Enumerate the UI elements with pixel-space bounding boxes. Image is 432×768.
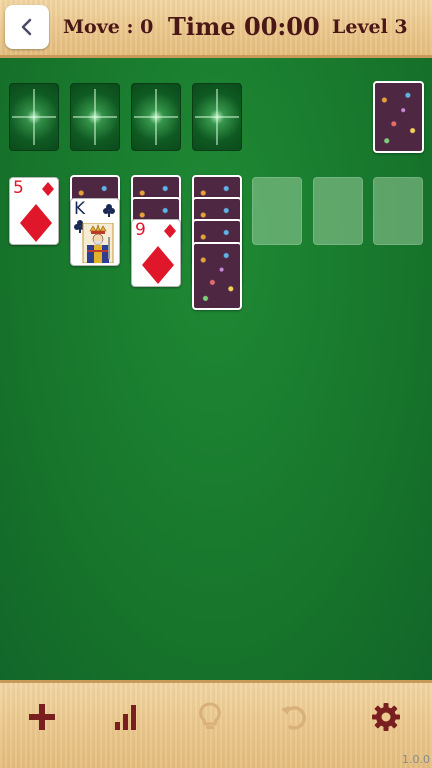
hint-button[interactable] <box>190 697 230 737</box>
tableau-col2-card[interactable]: K <box>70 198 120 266</box>
card-rank: 5 <box>13 178 24 198</box>
back-icon <box>21 18 32 36</box>
diamond-suit-icon <box>20 204 52 242</box>
statistics-button[interactable] <box>106 697 146 737</box>
level-indicator: Level 3 <box>332 16 408 38</box>
hint-icon <box>199 702 221 729</box>
undo-icon <box>281 706 306 730</box>
diamond-suit-icon <box>42 182 54 196</box>
club-suit-icon <box>103 204 115 217</box>
tableau-empty-slot-6[interactable] <box>313 177 363 245</box>
tableau-col1-card[interactable]: 5 <box>9 177 59 245</box>
stats-icon <box>115 705 136 730</box>
foundation-slot-2[interactable] <box>70 83 120 151</box>
settings-icon <box>372 703 400 731</box>
tableau-col3-card[interactable]: 9 <box>131 219 181 287</box>
foundation-slot-3[interactable] <box>131 83 181 151</box>
game-table <box>0 58 432 680</box>
top-bar: Move : 0 Time 00:00 Level 3 <box>0 0 432 58</box>
stock-pile[interactable] <box>373 81 424 153</box>
undo-button[interactable] <box>274 697 314 737</box>
settings-button[interactable] <box>366 697 406 737</box>
foundation-slot-1[interactable] <box>9 83 59 151</box>
card-rank: 9 <box>135 220 146 240</box>
diamond-suit-icon <box>164 224 176 238</box>
foundation-slot-4[interactable] <box>192 83 242 151</box>
king-face-icon <box>82 223 114 263</box>
tableau-empty-slot-7[interactable] <box>373 177 423 245</box>
tableau-col4-facedown-card[interactable] <box>192 242 242 310</box>
move-counter: Move : 0 <box>63 16 154 38</box>
timer: Time 00:00 <box>168 12 320 41</box>
back-button[interactable] <box>5 5 49 49</box>
version-label: 1.0.0 <box>402 753 430 766</box>
card-rank: K <box>74 199 86 219</box>
tableau-empty-slot-5[interactable] <box>252 177 302 245</box>
bottom-toolbar: 1.0.0 <box>0 680 432 768</box>
diamond-suit-icon <box>142 246 174 284</box>
new-game-button[interactable] <box>22 697 62 737</box>
add-icon <box>29 704 55 730</box>
